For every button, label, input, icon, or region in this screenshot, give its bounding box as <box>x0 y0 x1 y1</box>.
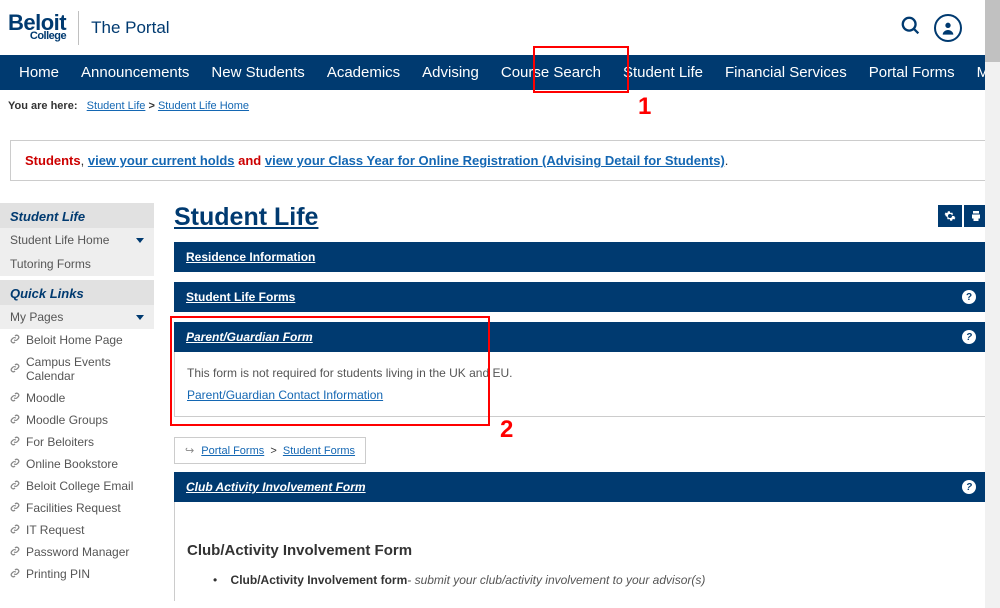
breadcrumb-link-2[interactable]: Student Life Home <box>158 100 249 112</box>
card-header-student-life-forms[interactable]: Student Life Forms ? <box>174 282 988 312</box>
sidebar-quicklink[interactable]: Facilities Request <box>0 497 154 519</box>
logo-portal-text: The Portal <box>91 18 169 38</box>
sidebar-quicklink[interactable]: Moodle Groups <box>0 409 154 431</box>
page-title: Student Life <box>174 203 318 231</box>
sidebar-quicklink[interactable]: Online Bookstore <box>0 453 154 475</box>
link-icon <box>10 435 20 449</box>
main-nav: Home Announcements New Students Academic… <box>0 55 1000 90</box>
sidebar-quicklink[interactable]: IT Request <box>0 519 154 541</box>
nav-financial-services[interactable]: Financial Services <box>714 56 858 89</box>
chevron-down-icon <box>136 315 144 320</box>
scrollbar-thumb[interactable] <box>985 0 1000 62</box>
annotation-label-1: 1 <box>638 93 651 121</box>
notice-link-classyear[interactable]: view your Class Year for Online Registra… <box>265 153 725 168</box>
link-icon <box>10 479 20 493</box>
sidebar-item-tutoring-forms[interactable]: Tutoring Forms <box>0 252 154 276</box>
mini-breadcrumb: ↪ Portal Forms > Student Forms <box>174 437 366 464</box>
card-header-club-activity[interactable]: Club Activity Involvement Form ? <box>174 472 988 502</box>
user-icon[interactable] <box>934 14 962 42</box>
sidebar-quicklink[interactable]: For Beloiters <box>0 431 154 453</box>
link-icon <box>10 362 20 376</box>
card-parent-guardian: Parent/Guardian Form ? This form is not … <box>174 322 988 417</box>
nav-home[interactable]: Home <box>8 56 70 89</box>
link-icon <box>10 545 20 559</box>
club-form-title: Club/Activity Involvement Form <box>187 542 975 559</box>
breadcrumb-link-1[interactable]: Student Life <box>87 100 146 112</box>
arrow-icon: ↪ <box>185 445 194 457</box>
link-icon <box>10 333 20 347</box>
club-form-bullet: Club/Activity Involvement form- submit y… <box>213 573 975 587</box>
nav-new-students[interactable]: New Students <box>200 56 315 89</box>
link-icon <box>10 457 20 471</box>
help-icon[interactable]: ? <box>962 330 976 344</box>
link-icon <box>10 413 20 427</box>
card-header-residence[interactable]: Residence Information <box>174 242 988 272</box>
sidebar-item-student-life-home[interactable]: Student Life Home <box>0 228 154 252</box>
link-icon <box>10 567 20 581</box>
logo[interactable]: Beloit College The Portal <box>8 11 170 45</box>
nav-course-search[interactable]: Course Search <box>490 56 612 89</box>
card-residence: Residence Information <box>174 242 988 272</box>
breadcrumb: You are here: Student Life > Student Lif… <box>0 90 1000 118</box>
nav-academics[interactable]: Academics <box>316 56 411 89</box>
sidebar-section-student-life: Student Life <box>0 203 154 228</box>
sidebar: Student Life Student Life Home Tutoring … <box>0 203 154 601</box>
parent-contact-link[interactable]: Parent/Guardian Contact Information <box>187 388 383 402</box>
link-icon <box>10 391 20 405</box>
nav-portal-forms[interactable]: Portal Forms <box>858 56 966 89</box>
sidebar-quicklink[interactable]: Printing PIN <box>0 563 154 585</box>
mini-breadcrumb-student-forms[interactable]: Student Forms <box>283 445 355 457</box>
nav-advising[interactable]: Advising <box>411 56 490 89</box>
sidebar-quicklink[interactable]: Campus Events Calendar <box>0 351 154 387</box>
sidebar-quicklink[interactable]: Moodle <box>0 387 154 409</box>
logo-divider <box>78 11 79 45</box>
chevron-down-icon <box>136 238 144 243</box>
help-icon[interactable]: ? <box>962 480 976 494</box>
mini-breadcrumb-portal-forms[interactable]: Portal Forms <box>201 445 264 457</box>
breadcrumb-prefix: You are here: <box>8 100 78 112</box>
card-student-life-forms: Student Life Forms ? <box>174 282 988 312</box>
sidebar-quicklink[interactable]: Password Manager <box>0 541 154 563</box>
notice-link-holds[interactable]: view your current holds <box>88 153 235 168</box>
search-icon[interactable] <box>900 15 922 40</box>
link-icon <box>10 501 20 515</box>
sidebar-quicklink[interactable]: Beloit College Email <box>0 475 154 497</box>
nav-announcements[interactable]: Announcements <box>70 56 200 89</box>
parent-form-note: This form is not required for students l… <box>187 366 975 380</box>
sidebar-section-quick-links: Quick Links <box>0 280 154 305</box>
sidebar-item-my-pages[interactable]: My Pages <box>0 305 154 329</box>
nav-student-life[interactable]: Student Life <box>612 56 714 89</box>
help-icon[interactable]: ? <box>962 290 976 304</box>
notice-students: Students <box>25 153 81 168</box>
settings-button[interactable] <box>938 205 962 227</box>
scrollbar-track[interactable] <box>985 0 1000 608</box>
sidebar-quicklink[interactable]: Beloit Home Page <box>0 329 154 351</box>
link-icon <box>10 523 20 537</box>
annotation-label-2: 2 <box>500 416 513 444</box>
card-header-parent-guardian[interactable]: Parent/Guardian Form ? <box>174 322 988 352</box>
card-club-activity: Club Activity Involvement Form ? Club/Ac… <box>174 472 988 601</box>
notice-banner: Students, view your current holds and vi… <box>10 140 990 181</box>
